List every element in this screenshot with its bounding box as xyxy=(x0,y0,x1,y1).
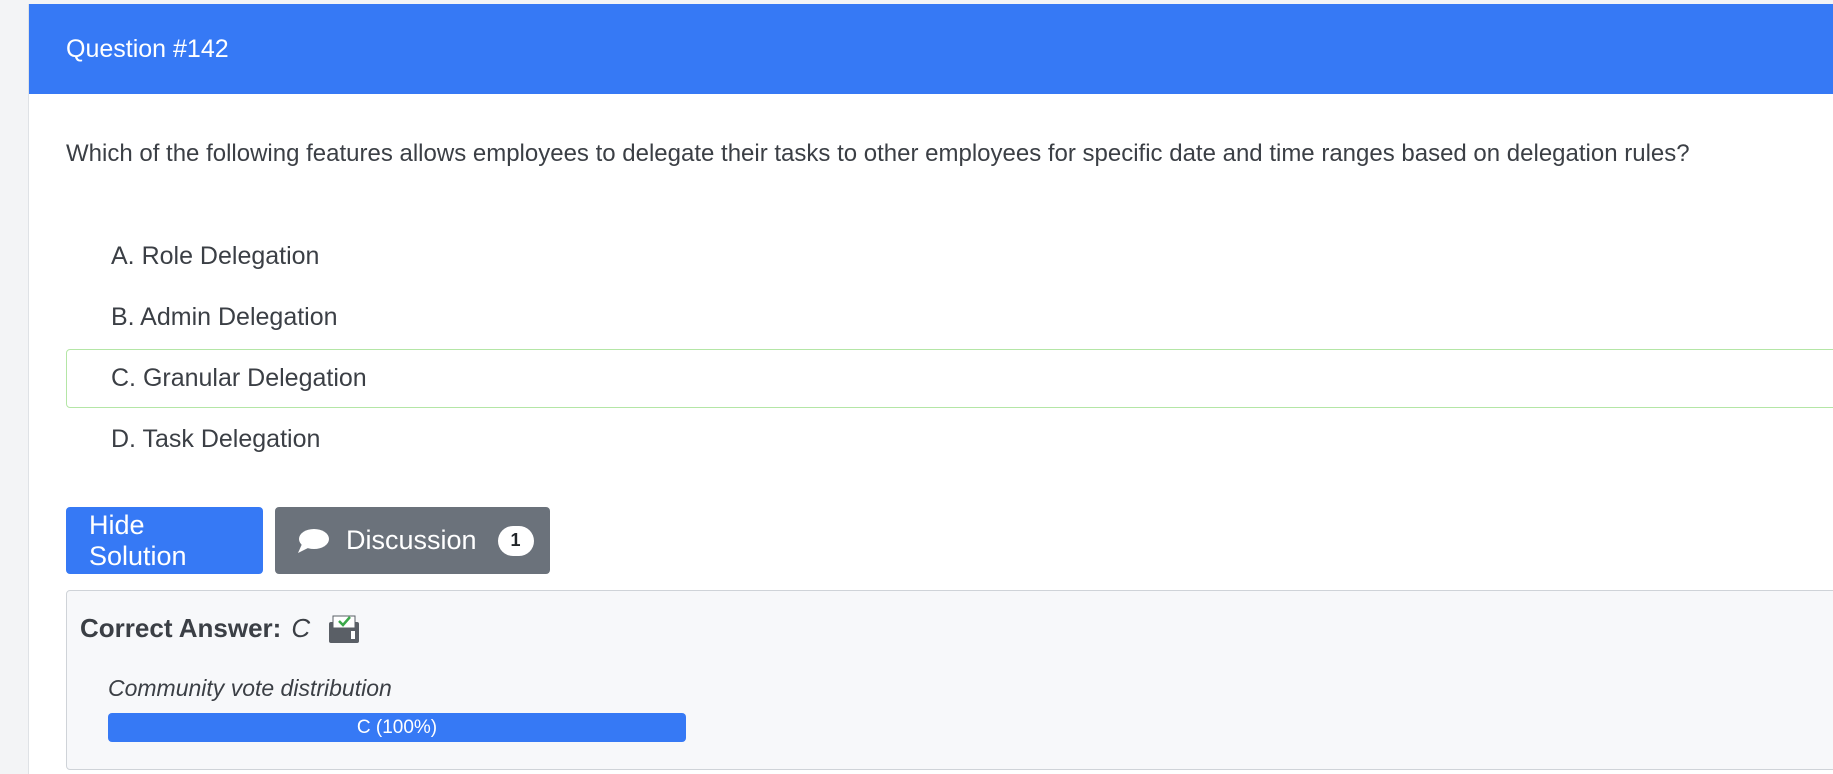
choice-b[interactable]: B. Admin Delegation xyxy=(66,288,1833,347)
hide-solution-button[interactable]: Hide Solution xyxy=(66,507,263,574)
question-card: Question #142 Which of the following fea… xyxy=(28,4,1833,774)
question-header: Question #142 xyxy=(29,4,1833,94)
choice-d[interactable]: D. Task Delegation xyxy=(66,410,1833,469)
vote-bar-c: C (100%) xyxy=(108,713,686,742)
vote-distribution-title: Community vote distribution xyxy=(108,675,392,701)
chat-bubble-icon xyxy=(296,528,330,554)
answer-choices: A. Role Delegation B. Admin Delegation C… xyxy=(66,227,1833,471)
discussion-button[interactable]: Discussion 1 xyxy=(275,507,550,574)
correct-answer-label: Correct Answer: xyxy=(80,613,282,643)
choice-a[interactable]: A. Role Delegation xyxy=(66,227,1833,286)
question-text: Which of the following features allows e… xyxy=(66,140,1690,167)
vote-bar-track: C (100%) xyxy=(108,713,686,742)
correct-answer-value: C xyxy=(291,613,311,643)
action-buttons: Hide Solution Discussion 1 xyxy=(66,507,550,574)
correct-answer: Correct Answer: C xyxy=(80,613,360,644)
discussion-label: Discussion xyxy=(346,525,477,555)
discussion-count-badge: 1 xyxy=(497,525,534,556)
question-number: Question #142 xyxy=(66,34,229,63)
envelope-check-icon[interactable] xyxy=(328,614,360,644)
choice-c[interactable]: C. Granular Delegation xyxy=(66,349,1833,408)
solution-panel: Correct Answer: C Community vote distrib… xyxy=(66,590,1833,770)
